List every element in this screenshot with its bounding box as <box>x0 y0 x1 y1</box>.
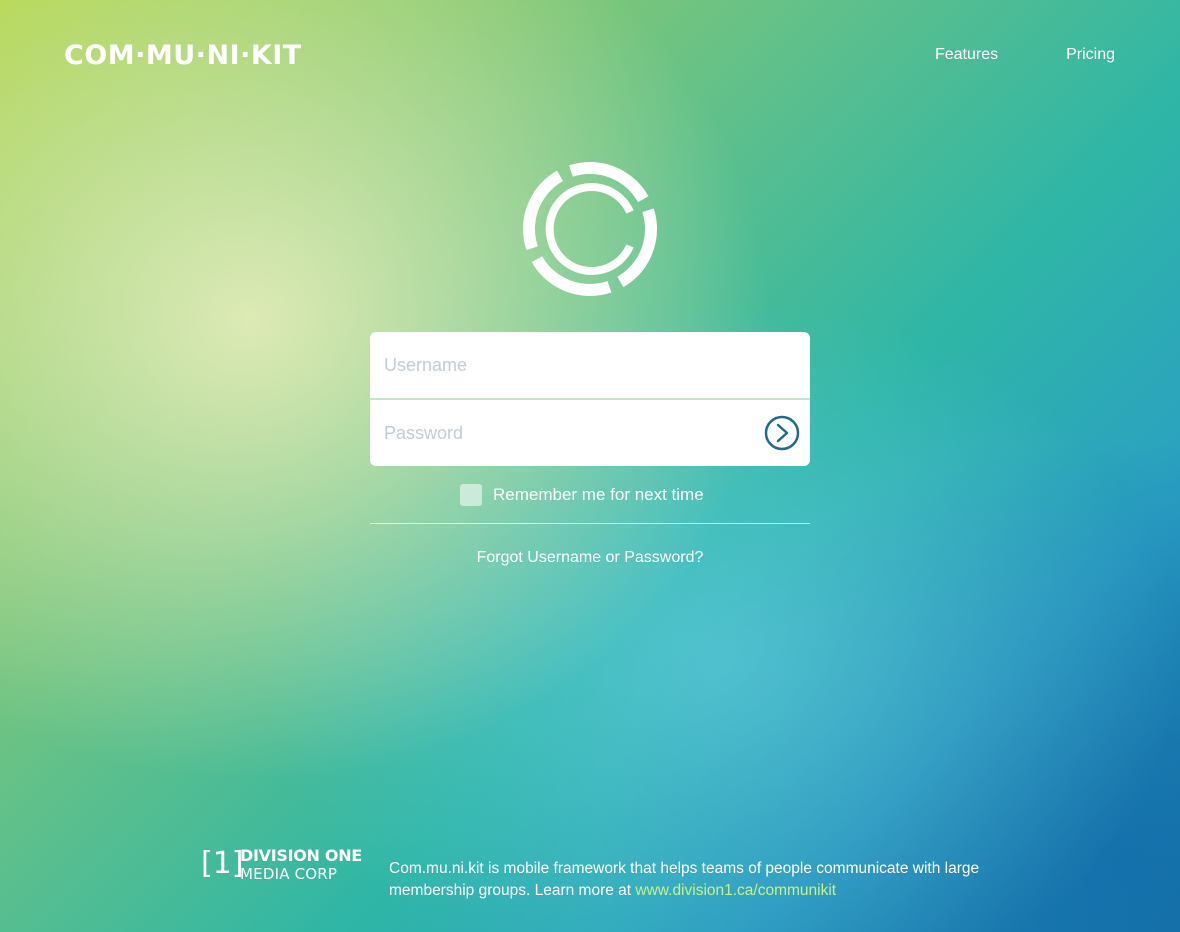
top-nav: Features Pricing <box>935 46 1115 64</box>
username-input[interactable] <box>370 332 810 398</box>
communikit-c-logo-icon <box>523 162 657 296</box>
remember-me-label: Remember me for next time <box>493 485 704 504</box>
forgot-credentials-link[interactable]: Forgot Username or Password? <box>370 549 810 567</box>
division-one-logo-mark: [1] <box>201 846 244 881</box>
remember-me-checkbox[interactable] <box>460 484 482 506</box>
division-one-logo-line1: DIVISION ONE <box>240 846 362 865</box>
divider-line <box>370 523 810 524</box>
remember-me-option[interactable]: Remember me for next time <box>460 484 704 506</box>
nav-link-features[interactable]: Features <box>935 46 998 64</box>
division-one-logo-line2: MEDIA CORP <box>240 865 338 883</box>
communikit-logo[interactable]: COM·MU·NI·KIT <box>64 40 302 71</box>
footer-description: Com.mu.ni.kit is mobile framework that h… <box>389 858 989 902</box>
password-input[interactable] <box>370 400 810 466</box>
nav-link-pricing[interactable]: Pricing <box>1066 46 1115 64</box>
division-one-logo[interactable]: [1] DIVISION ONE MEDIA CORP <box>201 845 371 885</box>
login-form <box>370 332 810 466</box>
arrow-right-circle-icon[interactable] <box>764 415 800 451</box>
communikit-info-link[interactable]: www.division1.ca/communikit <box>635 882 836 899</box>
